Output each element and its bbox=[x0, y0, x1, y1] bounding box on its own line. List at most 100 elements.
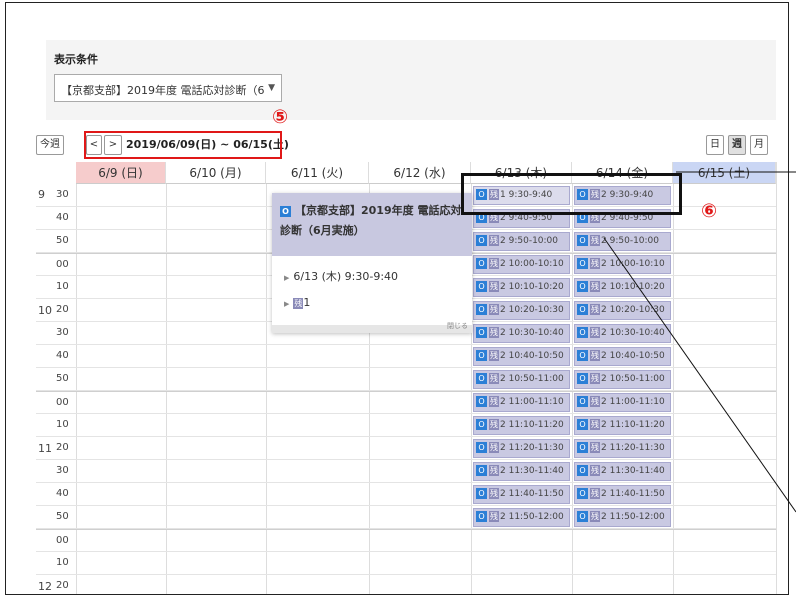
slot-time: 10:50-11:00 bbox=[609, 374, 665, 384]
remain-count: 2 bbox=[601, 397, 607, 407]
popup-remaining: ▶ 残1 bbox=[272, 296, 472, 309]
slot-time: 11:50-12:00 bbox=[609, 512, 665, 522]
time-slot[interactable]: O残2 10:20-10:30 bbox=[473, 301, 570, 320]
triangle-right-icon: ▶ bbox=[284, 300, 290, 308]
remain-count: 2 bbox=[500, 374, 506, 384]
remain-badge: 残 bbox=[590, 304, 600, 315]
time-slot[interactable]: O残2 10:10-10:20 bbox=[473, 278, 570, 297]
time-slot[interactable]: O残2 10:10-10:20 bbox=[574, 278, 671, 297]
remain-count: 2 bbox=[500, 259, 506, 269]
slot-time: 11:40-11:50 bbox=[609, 489, 665, 499]
view-month-button[interactable]: 月 bbox=[750, 135, 768, 155]
time-slot[interactable]: O残2 10:50-11:00 bbox=[473, 370, 570, 389]
time-slot[interactable]: O残2 10:00-10:10 bbox=[574, 255, 671, 274]
slot-status-icon: O bbox=[577, 281, 588, 292]
minute-label: 30 bbox=[56, 189, 69, 200]
slot-status-icon: O bbox=[476, 350, 487, 361]
minute-label: 00 bbox=[56, 535, 69, 546]
minute-label: 00 bbox=[56, 397, 69, 408]
slot-time: 11:40-11:50 bbox=[508, 489, 564, 499]
slot-status-icon: O bbox=[577, 419, 588, 430]
time-slot[interactable]: O残2 11:40-11:50 bbox=[473, 485, 570, 504]
time-slot[interactable]: O残2 11:50-12:00 bbox=[473, 508, 570, 527]
minute-label: 20 bbox=[56, 304, 69, 315]
time-slot[interactable]: O残2 10:30-10:40 bbox=[574, 324, 671, 343]
slot-time: 11:10-11:20 bbox=[609, 420, 665, 430]
annotation-marker-6: ⑥ bbox=[701, 200, 718, 222]
slot-status-icon: O bbox=[476, 465, 487, 476]
time-slot[interactable]: O残2 11:20-11:30 bbox=[574, 439, 671, 458]
remain-badge: 残 bbox=[489, 327, 499, 338]
minute-label: 20 bbox=[56, 580, 69, 591]
view-day-button[interactable]: 日 bbox=[706, 135, 724, 155]
remain-badge: 残 bbox=[489, 281, 499, 292]
time-slot[interactable]: O残2 10:40-10:50 bbox=[574, 347, 671, 366]
remain-badge: 残 bbox=[590, 488, 600, 499]
slot-time: 11:20-11:30 bbox=[508, 443, 564, 453]
time-slot[interactable]: O残2 10:30-10:40 bbox=[473, 324, 570, 343]
column-divider bbox=[776, 162, 777, 594]
minute-label: 10 bbox=[56, 557, 69, 568]
minute-label: 50 bbox=[56, 511, 69, 522]
time-slot[interactable]: O残2 11:00-11:10 bbox=[574, 393, 671, 412]
time-slot[interactable]: O残2 11:30-11:40 bbox=[473, 462, 570, 481]
this-week-button[interactable]: 今週 bbox=[36, 135, 64, 155]
remain-count: 2 bbox=[601, 305, 607, 315]
minute-label: 50 bbox=[56, 235, 69, 246]
minute-label: 20 bbox=[56, 442, 69, 453]
time-slot[interactable]: O残2 10:00-10:10 bbox=[473, 255, 570, 274]
time-slot[interactable]: O残2 11:20-11:30 bbox=[473, 439, 570, 458]
time-slot[interactable]: O残2 9:50-10:00 bbox=[574, 232, 671, 251]
filter-select[interactable]: 【京都支部】2019年度 電話応対診断（6 ▼ bbox=[54, 74, 282, 102]
time-slot[interactable]: O残2 11:30-11:40 bbox=[574, 462, 671, 481]
app-frame: 表示条件 【京都支部】2019年度 電話応対診断（6 ▼ 今週 < > 2019… bbox=[5, 2, 789, 595]
slot-status-icon: O bbox=[476, 235, 487, 246]
slot-status-icon: O bbox=[577, 488, 588, 499]
slot-time: 11:10-11:20 bbox=[508, 420, 564, 430]
remain-count: 2 bbox=[601, 466, 607, 476]
slot-time: 11:20-11:30 bbox=[609, 443, 665, 453]
popup-header: O 【京都支部】2019年度 電話応対診断（6月実施） bbox=[272, 193, 472, 256]
time-slot[interactable]: O残2 10:40-10:50 bbox=[473, 347, 570, 366]
filter-selected-value: 【京都支部】2019年度 電話応対診断（6 bbox=[61, 84, 265, 97]
day-header: 6/10 (月) bbox=[166, 162, 266, 184]
remain-count: 2 bbox=[500, 489, 506, 499]
popup-close-link[interactable]: 閉じる bbox=[447, 321, 468, 331]
highlight-box-6 bbox=[461, 173, 682, 215]
time-slot[interactable]: O残2 9:50-10:00 bbox=[473, 232, 570, 251]
time-slot[interactable]: O残2 10:50-11:00 bbox=[574, 370, 671, 389]
remain-count: 2 bbox=[601, 259, 607, 269]
time-slot[interactable]: O残2 10:20-10:30 bbox=[574, 301, 671, 320]
slot-time: 11:30-11:40 bbox=[609, 466, 665, 476]
time-slot[interactable]: O残2 11:00-11:10 bbox=[473, 393, 570, 412]
remain-count: 2 bbox=[500, 397, 506, 407]
time-slot[interactable]: O残2 11:50-12:00 bbox=[574, 508, 671, 527]
remain-badge: 残 bbox=[590, 373, 600, 384]
minute-label: 10 bbox=[56, 419, 69, 430]
time-slot[interactable]: O残2 11:10-11:20 bbox=[574, 416, 671, 435]
remain-badge: 残 bbox=[590, 235, 600, 246]
remain-count: 2 bbox=[601, 420, 607, 430]
slot-status-icon: O bbox=[577, 327, 588, 338]
minute-label: 10 bbox=[56, 281, 69, 292]
minute-label: 30 bbox=[56, 327, 69, 338]
remain-badge: 残 bbox=[489, 373, 499, 384]
remain-count: 2 bbox=[500, 305, 506, 315]
slot-status-icon: O bbox=[476, 281, 487, 292]
remain-count: 2 bbox=[500, 328, 506, 338]
slot-status-icon: O bbox=[476, 396, 487, 407]
remain-count: 2 bbox=[601, 351, 607, 361]
slot-status-icon: O bbox=[476, 373, 487, 384]
remain-count: 2 bbox=[601, 489, 607, 499]
slot-time: 10:40-10:50 bbox=[609, 351, 665, 361]
slot-status-icon: O bbox=[476, 258, 487, 269]
popup-datetime: ▶ 6/13 (木) 9:30-9:40 bbox=[272, 268, 472, 284]
slot-status-icon: O bbox=[476, 327, 487, 338]
time-slot[interactable]: O残2 11:10-11:20 bbox=[473, 416, 570, 435]
remain-count: 2 bbox=[601, 512, 607, 522]
view-week-button[interactable]: 週 bbox=[728, 135, 746, 155]
popup-datetime-text: 6/13 (木) 9:30-9:40 bbox=[293, 270, 399, 283]
slot-status-icon: O bbox=[476, 442, 487, 453]
remain-badge: 残 bbox=[489, 396, 499, 407]
time-slot[interactable]: O残2 11:40-11:50 bbox=[574, 485, 671, 504]
